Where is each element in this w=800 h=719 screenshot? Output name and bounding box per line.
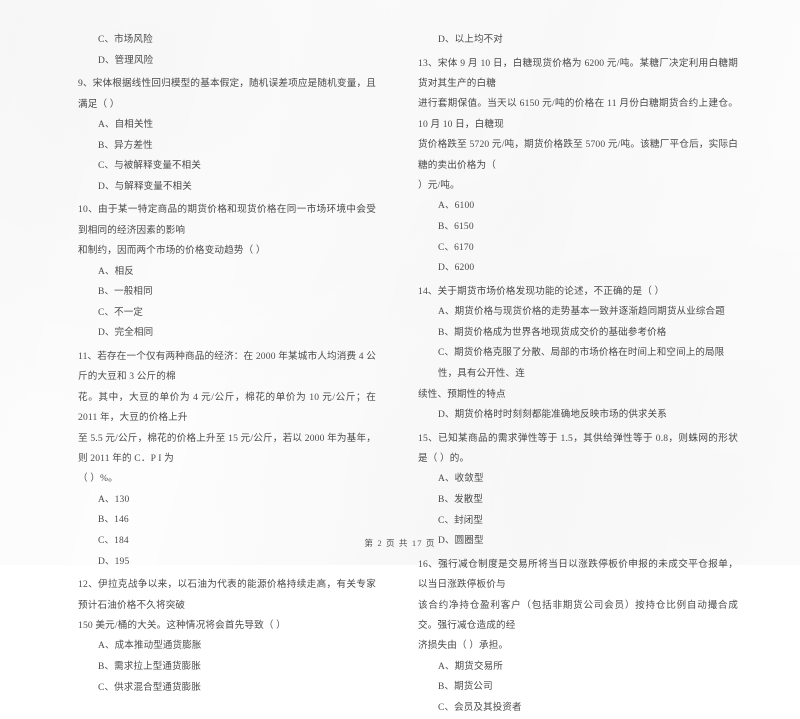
option-item: C、封闭型 <box>438 515 484 526</box>
option-item: B、期货公司 <box>438 682 493 693</box>
option-item: D、完全相同 <box>98 328 154 339</box>
option-item: B、一般相同 <box>98 287 153 298</box>
question-stem: 14、关于期货市场价格发现功能的论述，不正确的是（ ） <box>418 285 665 297</box>
question-stem: 11、若存在一个仅有两种商品的经济：在 2000 年某城市人均消费 4 公斤的大… <box>78 350 376 383</box>
right-column: D、以上均不对 13、宋体 9 月 10 日，白糖现货价格为 6200 元/吨。… <box>400 30 800 713</box>
option-item: D、与解释变量不相关 <box>98 181 192 192</box>
question-stem-continued: 和制约，因而两个市场的价格变动趋势（ ） <box>78 245 266 257</box>
question-stem-continued: ）元/吨。 <box>418 180 460 192</box>
option-item: A、收敛型 <box>438 474 484 485</box>
option-item: B、6150 <box>438 222 474 233</box>
question-13: 13、宋体 9 月 10 日，白糖现货价格为 6200 元/吨。某糖厂决定利用白… <box>418 54 738 279</box>
question-stem: 12、伊拉克战争以来，以石油为代表的能源价格持续走高，有关专家预计石油价格不久将… <box>78 579 376 611</box>
option-item: B、发散型 <box>438 495 484 505</box>
option-item: A、成本推动型通货膨胀 <box>98 641 202 652</box>
question-14: 14、关于期货市场价格发现功能的论述，不正确的是（ ） A、期货价格与现货价格的… <box>418 282 738 426</box>
option-item: B、期货价格成为世界各地现货成交价的基础参考价格 <box>438 327 667 338</box>
option-item: C、不一定 <box>98 307 144 318</box>
question-stem: 13、宋体 9 月 10 日，白糖现货价格为 6200 元/吨。某糖厂决定利用白… <box>418 57 738 89</box>
question-stem: 10、由于某一特定商品的期货价格和现货价格在同一市场环境中会受到相同的经济因素的… <box>78 204 376 236</box>
option-item: C、与被解释变量不相关 <box>98 161 201 172</box>
question-10: 10、由于某一特定商品的期货价格和现货价格在同一市场环境中会受到相同的经济因素的… <box>78 200 376 344</box>
option-item-continued: 续性、预期性的特点 <box>418 388 506 400</box>
question-9: 9、宋体根据线性回归模型的基本假定，随机误差项应是随机变量，且满足（ ） A、自… <box>78 74 376 197</box>
question-stem: 9、宋体根据线性回归模型的基本假定，随机误差项应是随机变量，且满足（ ） <box>78 78 376 110</box>
question-12: 12、伊拉克战争以来，以石油为代表的能源价格持续走高，有关专家预计石油价格不久将… <box>78 575 376 698</box>
option-item: A、130 <box>98 494 130 505</box>
option-item: D、管理风险 <box>98 55 154 66</box>
question-stem-continued: 进行套期保值。当天以 6150 元/吨的价格在 11 月份白糖期货合约上建仓。1… <box>418 98 738 130</box>
option-item: B、异方差性 <box>98 140 153 151</box>
option-item: A、6100 <box>438 201 475 212</box>
option-item: D、期货价格时时刻刻都能准确地反映市场的供求关系 <box>438 410 667 420</box>
question-stem-continued: 花。其中，大豆的单价为 4 元/公斤，棉花的单价为 10 元/公斤；在 2011… <box>78 391 376 424</box>
question-stem-continued: 该合约净持仓盈利客户（包括非期货公司会员）按持仓比例自动撮合成交。强行减仓造成的… <box>418 599 738 631</box>
page-footer: 第 2 页 共 17 页 <box>364 538 436 548</box>
question-stem-continued: 货价格跌至 5720 元/吨，期货价格跌至 5700 元/吨。该糖厂平仓后，实际… <box>418 139 738 171</box>
question-stem: 16、强行减仓制度是交易所将当日以涨跌停板价申报的未成交平仓报单，以当日涨跌停板… <box>418 558 738 591</box>
option-item: A、期货交易所 <box>438 661 503 672</box>
option-item: B、146 <box>98 515 129 526</box>
left-column: C、市场风险 D、管理风险 9、宋体根据线性回归模型的基本假定，随机误差项应是随… <box>0 30 400 693</box>
question-stem-continued: 至 5.5 元/公斤，棉花的价格上升至 15 元/公斤，若以 2000 年为基年… <box>78 432 376 464</box>
option-item: A、期货价格与现货价格的走势基本一致并逐渐趋同期货从业综合题 <box>438 307 725 318</box>
option-item: B、需求拉上型通货膨胀 <box>98 662 201 672</box>
option-item: A、自相关性 <box>98 120 154 130</box>
orphan-options-right: D、以上均不对 <box>418 30 738 51</box>
option-item: D、以上均不对 <box>438 35 503 45</box>
option-item: C、会员及其投资者 <box>438 703 522 713</box>
question-15: 15、已知某商品的需求弹性等于 1.5，其供给弹性等于 0.8，则蛛网的形状是（… <box>418 429 738 552</box>
option-item: D、195 <box>98 556 130 567</box>
two-column-layout: C、市场风险 D、管理风险 9、宋体根据线性回归模型的基本假定，随机误差项应是随… <box>0 30 800 713</box>
question-stem: 15、已知某商品的需求弹性等于 1.5，其供给弹性等于 0.8，则蛛网的形状是（… <box>418 432 738 464</box>
option-item: A、相反 <box>98 266 134 277</box>
option-item: C、6170 <box>438 242 474 253</box>
question-stem-continued: 济损失由（ ）承担。 <box>418 640 509 652</box>
orphan-options-left: C、市场风险 D、管理风险 <box>78 30 376 71</box>
option-item: D、6200 <box>438 263 475 274</box>
scanned-exam-page: C、市场风险 D、管理风险 9、宋体根据线性回归模型的基本假定，随机误差项应是随… <box>0 0 800 713</box>
option-item: C、市场风险 <box>98 35 153 45</box>
question-stem-continued: （ ）%。 <box>78 473 118 485</box>
question-stem-continued: 150 美元/桶的大关。这种情况将会首先导致（ ） <box>78 620 286 631</box>
option-item: C、期货价格克服了分散、局部的市场价格在时间上和空间上的局限性，具有公开性、连 <box>438 348 725 379</box>
question-16: 16、强行减仓制度是交易所将当日以涨跌停板价申报的未成交平仓报单，以当日涨跌停板… <box>418 555 738 719</box>
option-item: C、供求混合型通货膨胀 <box>98 682 201 693</box>
